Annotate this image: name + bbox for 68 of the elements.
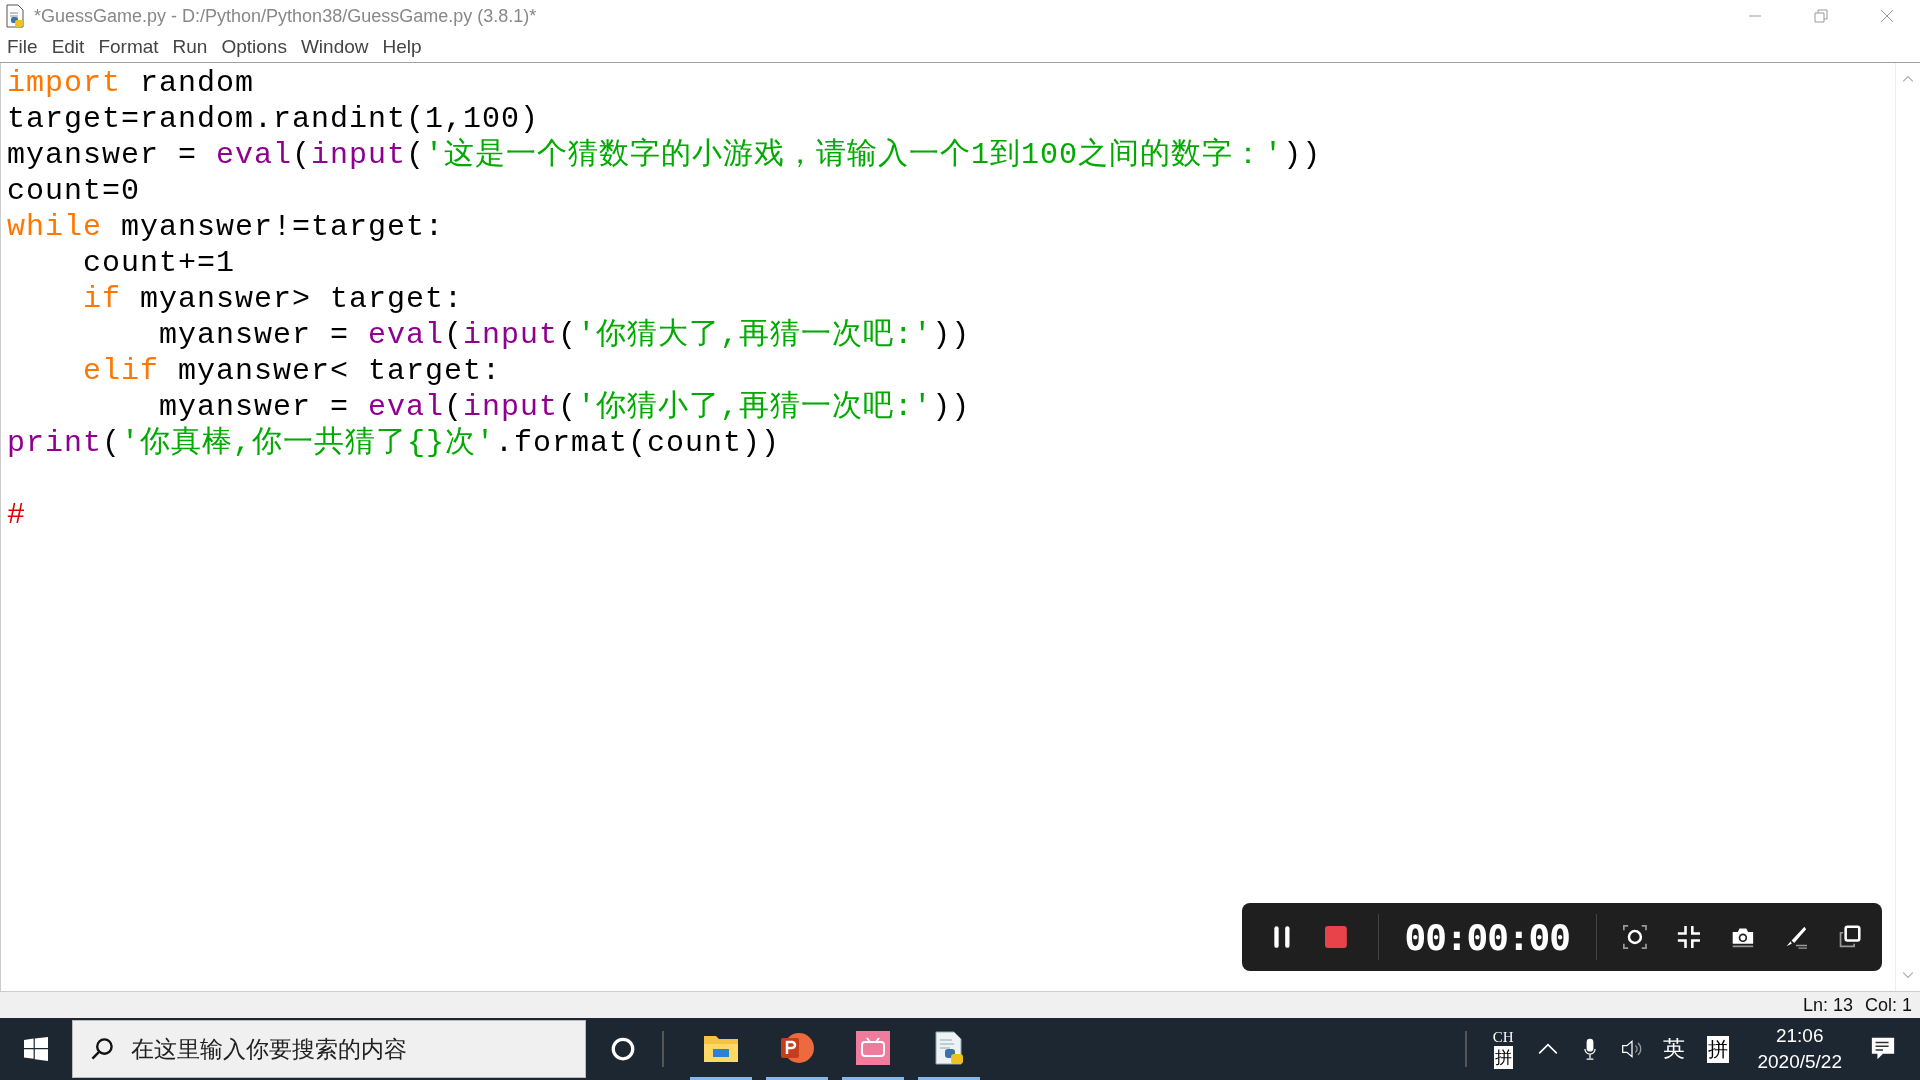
python-file-icon <box>4 4 26 28</box>
language-indicator[interactable]: 英 <box>1663 1034 1686 1064</box>
code-text: myanswer> target: <box>139 282 464 316</box>
code-text: ( <box>558 390 578 424</box>
code-text: ( <box>406 138 426 172</box>
menu-item[interactable]: Help <box>382 36 422 58</box>
line-number: Ln: 13 <box>1802 994 1853 1016</box>
menu-item[interactable]: Edit <box>51 36 85 58</box>
keyword-text: while <box>7 210 102 244</box>
menu-item[interactable]: Options <box>221 36 287 58</box>
builtin-text: eval <box>368 390 445 424</box>
builtin-text: input <box>311 138 407 172</box>
stop-icon[interactable] <box>1323 924 1348 950</box>
pen-icon[interactable] <box>1784 924 1809 950</box>
search-field[interactable]: 在这里输入你要搜索的内容 <box>72 1020 586 1078</box>
builtin-text: input <box>463 390 559 424</box>
clock-date[interactable]: 2020/5/22 <box>1757 1049 1842 1075</box>
ime-mode-indicator[interactable]: 拼 <box>1493 1046 1513 1069</box>
code-text: myanswer = <box>7 138 199 172</box>
code-text: )) <box>932 390 971 424</box>
windows-start-icon[interactable] <box>24 1037 48 1061</box>
speaker-icon[interactable] <box>1621 1038 1644 1060</box>
code-text: ( <box>102 426 122 460</box>
code-text: myanswer = <box>158 318 351 352</box>
string-text: '你猜小了,再猜一次吧:' <box>577 390 933 424</box>
code-text: ( <box>444 318 464 352</box>
code-text: count=0 <box>7 174 141 208</box>
builtin-text: print <box>7 426 102 460</box>
recording-timer: 00:00:00 <box>1404 916 1570 958</box>
code-text: target=random.randint(1,100) <box>7 102 540 136</box>
code-text: .format(count)) <box>495 426 781 460</box>
keyword-text: if <box>82 282 122 316</box>
code-text: myanswer = <box>158 390 351 424</box>
shrink-icon[interactable] <box>1676 924 1701 950</box>
code-text: )) <box>1283 138 1322 172</box>
code-text: random <box>139 66 255 100</box>
ime-indicator[interactable]: 拼 <box>1707 1035 1730 1063</box>
screenshot-region-icon[interactable] <box>1622 924 1647 950</box>
code-text: )) <box>932 318 971 352</box>
builtin-text: eval <box>216 138 293 172</box>
notification-icon[interactable] <box>1870 1036 1896 1062</box>
code-text: ( <box>292 138 312 172</box>
string-text: '这是一个猜数字的小游戏，请输入一个1到100之间的数字：' <box>425 138 1284 172</box>
window-title: *GuessGame.py - D:/Python/Python38/GuessGame.py (3.8.1)* <box>34 5 537 27</box>
column-number: Col: 1 <box>1864 994 1912 1016</box>
code-text: myanswer< target: <box>177 354 502 388</box>
menu-item[interactable]: File <box>7 36 38 58</box>
string-text: '你真棒,你一共猜了{}次' <box>121 426 496 460</box>
circle-icon[interactable] <box>610 1036 636 1062</box>
builtin-text: input <box>463 318 559 352</box>
keyword-text: elif <box>82 354 160 388</box>
close-icon[interactable] <box>1880 9 1894 23</box>
menu-item[interactable]: Run <box>172 36 208 58</box>
builtin-text: eval <box>368 318 445 352</box>
menu-item[interactable]: Format <box>98 36 159 58</box>
clock-time[interactable]: 21:06 <box>1775 1023 1824 1049</box>
code-text: myanswer!=target: <box>120 210 445 244</box>
code-text: ( <box>558 318 578 352</box>
string-text: '你猜大了,再猜一次吧:' <box>577 318 933 352</box>
comment-text: # <box>7 498 26 532</box>
window-icon[interactable] <box>1838 924 1863 950</box>
keyword-text: import <box>7 66 122 100</box>
search-icon <box>90 1037 114 1061</box>
code-text: count+=1 <box>82 246 236 280</box>
input-language[interactable]: CH <box>1492 1029 1514 1046</box>
tv-app-icon <box>855 1029 891 1066</box>
code-text: ( <box>444 390 464 424</box>
menu-item[interactable]: Window <box>300 36 369 58</box>
